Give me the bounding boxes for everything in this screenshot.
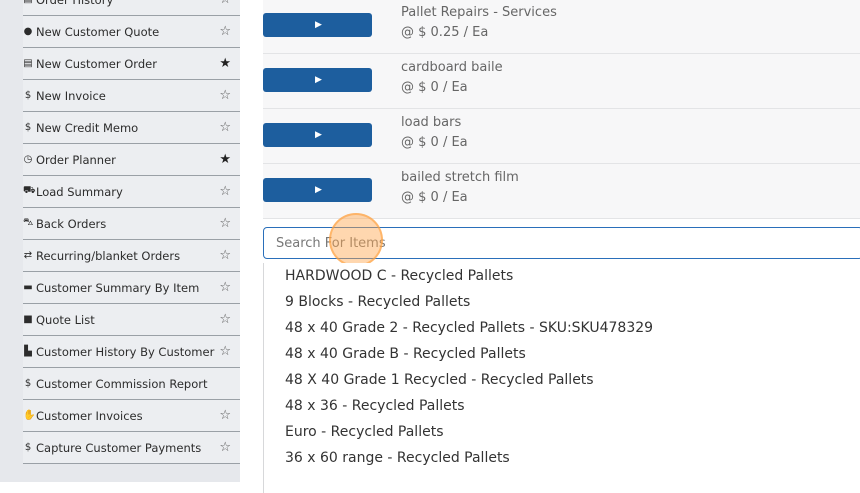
sidebar-item-new-credit-memo[interactable]: $ New Credit Memo ☆ — [23, 112, 240, 144]
chart-icon: ▙ — [24, 346, 32, 357]
chat-icon: ● — [23, 26, 33, 37]
sidebar-item-label: New Customer Quote — [36, 24, 160, 39]
sidebar-item-recurring-blanket-orders[interactable]: ⇄ Recurring/blanket Orders ☆ — [23, 240, 240, 272]
product-row: ▶ bailed stretch film @ $ 0 / Ea — [263, 164, 860, 219]
sidebar-item-label: Order Planner — [36, 152, 116, 167]
sidebar-item-label: Capture Customer Payments — [36, 440, 202, 455]
search-result-option[interactable]: 36 x 60 range - Recycled Pallets — [264, 445, 860, 471]
caret-right-icon: ▶ — [315, 19, 322, 29]
sidebar-item-customer-history-by-customer[interactable]: ▙ Customer History By Customer ☆ — [23, 336, 240, 368]
product-row: ▶ load bars @ $ 0 / Ea — [263, 109, 860, 164]
sidebar-item-new-customer-order[interactable]: ▤ New Customer Order ★ — [23, 48, 240, 80]
sidebar: ▤Order History☆●New Customer Quote☆▤New … — [0, 0, 240, 482]
star-outline-icon[interactable]: ☆ — [219, 408, 231, 423]
product-row: ▶ Pallet Repairs - Services @ $ 0.25 / Ea — [263, 0, 860, 54]
add-item-button[interactable]: ▶ — [263, 13, 372, 37]
star-outline-icon[interactable]: ☆ — [219, 88, 231, 103]
sidebar-item-label: Load Summary — [36, 184, 123, 199]
search-input[interactable] — [263, 227, 860, 259]
caret-right-icon: ▶ — [315, 129, 322, 139]
product-price: @ $ 0 / Ea — [401, 135, 468, 150]
sidebar-item-label: Quote List — [36, 312, 95, 327]
search-result-option[interactable]: Euro - Recycled Pallets — [264, 419, 860, 445]
sidebar-item-label: Customer Commission Report — [36, 376, 208, 391]
product-price: @ $ 0 / Ea — [401, 80, 468, 95]
dollar-icon: $ — [24, 442, 32, 453]
star-outline-icon[interactable]: ☆ — [219, 280, 231, 295]
star-filled-icon[interactable]: ★ — [219, 152, 231, 167]
product-name: bailed stretch film — [401, 170, 519, 185]
star-outline-icon[interactable]: ☆ — [219, 440, 231, 455]
sidebar-item-label: Back Orders — [36, 216, 107, 231]
dollar-icon: $ — [24, 90, 32, 101]
product-price: @ $ 0 / Ea — [401, 190, 468, 205]
sidebar-item-label: Order History — [36, 0, 113, 7]
product-row: ▶ cardboard baile @ $ 0 / Ea — [263, 54, 860, 109]
search-result-option[interactable]: 48 x 40 Grade B - Recycled Pallets — [264, 341, 860, 367]
star-outline-icon[interactable]: ☆ — [219, 24, 231, 39]
search-result-option[interactable]: 9 Blocks - Recycled Pallets — [264, 289, 860, 315]
sidebar-item-label: Customer Invoices — [36, 408, 143, 423]
star-outline-icon[interactable]: ☆ — [219, 344, 231, 359]
caret-right-icon: ▶ — [315, 184, 322, 194]
star-outline-icon[interactable]: ☆ — [219, 184, 231, 199]
add-item-button[interactable]: ▶ — [263, 178, 372, 202]
search-result-option[interactable]: 48 X 40 Grade 1 Recycled - Recycled Pall… — [264, 367, 860, 393]
list-icon: ▤ — [23, 58, 33, 69]
add-item-button[interactable]: ▶ — [263, 68, 372, 92]
cart-icon: ⛍ — [23, 217, 34, 228]
grid-icon: ▬ — [23, 282, 33, 293]
refresh-icon: ⇄ — [23, 250, 33, 261]
sidebar-item-load-summary[interactable]: ⛟ Load Summary ☆ — [23, 176, 240, 208]
sidebar-item-new-customer-quote[interactable]: ● New Customer Quote ☆ — [23, 16, 240, 48]
star-outline-icon[interactable]: ☆ — [219, 312, 231, 327]
star-filled-icon[interactable]: ★ — [219, 56, 231, 71]
sidebar-item-customer-summary-by-item[interactable]: ▬ Customer Summary By Item ☆ — [23, 272, 240, 304]
dollar-icon: $ — [24, 122, 32, 133]
search-result-option[interactable]: HARDWOOD C - Recycled Pallets — [264, 263, 860, 289]
sidebar-item-customer-commission-report[interactable]: $ Customer Commission Report — [23, 368, 240, 400]
sidebar-item-capture-customer-payments[interactable]: $ Capture Customer Payments ☆ — [23, 432, 240, 464]
dollar-icon: $ — [24, 378, 32, 389]
sidebar-item-label: New Customer Order — [36, 56, 157, 71]
search-result-option[interactable]: 48 x 40 Grade 2 - Recycled Pallets - SKU… — [264, 315, 860, 341]
sidebar-item-new-invoice[interactable]: $ New Invoice ☆ — [23, 80, 240, 112]
sidebar-item-quote-list[interactable]: ■ Quote List ☆ — [23, 304, 240, 336]
document-icon: ▤ — [23, 0, 33, 5]
sidebar-item-customer-invoices[interactable]: ✋ Customer Invoices ☆ — [23, 400, 240, 432]
sidebar-nav: ▤Order History☆●New Customer Quote☆▤New … — [23, 0, 240, 464]
product-name: Pallet Repairs - Services — [401, 5, 557, 20]
star-outline-icon[interactable]: ☆ — [219, 0, 231, 7]
hand-icon: ✋ — [23, 410, 36, 421]
product-price: @ $ 0.25 / Ea — [401, 25, 489, 40]
sidebar-item-order-history[interactable]: ▤Order History ☆ — [23, 0, 240, 16]
sidebar-item-label: Recurring/blanket Orders — [36, 248, 181, 263]
sidebar-item-label: Customer Summary By Item — [36, 280, 200, 295]
sidebar-item-label: New Invoice — [36, 88, 106, 103]
comment-icon: ■ — [23, 314, 33, 325]
product-name: load bars — [401, 115, 462, 130]
search-results-dropdown: HARDWOOD C - Recycled Pallets 9 Blocks - … — [263, 263, 860, 493]
star-outline-icon[interactable]: ☆ — [219, 248, 231, 263]
sidebar-item-back-orders[interactable]: ⛍ Back Orders ☆ — [23, 208, 240, 240]
caret-right-icon: ▶ — [315, 74, 322, 84]
star-outline-icon[interactable]: ☆ — [219, 120, 231, 135]
sidebar-item-label: Customer History By Customer — [36, 344, 215, 359]
add-item-button[interactable]: ▶ — [263, 123, 372, 147]
main-content: ▶ Pallet Repairs - Services @ $ 0.25 / Ea ▶… — [263, 0, 860, 493]
truck-icon: ⛟ — [23, 185, 36, 196]
sidebar-item-label: New Credit Memo — [36, 120, 139, 135]
product-name: cardboard baile — [401, 60, 503, 75]
star-outline-icon[interactable]: ☆ — [219, 216, 231, 231]
clock-icon: ◷ — [23, 154, 33, 165]
sidebar-item-order-planner[interactable]: ◷ Order Planner ★ — [23, 144, 240, 176]
search-result-option[interactable]: 48 x 36 - Recycled Pallets — [264, 393, 860, 419]
